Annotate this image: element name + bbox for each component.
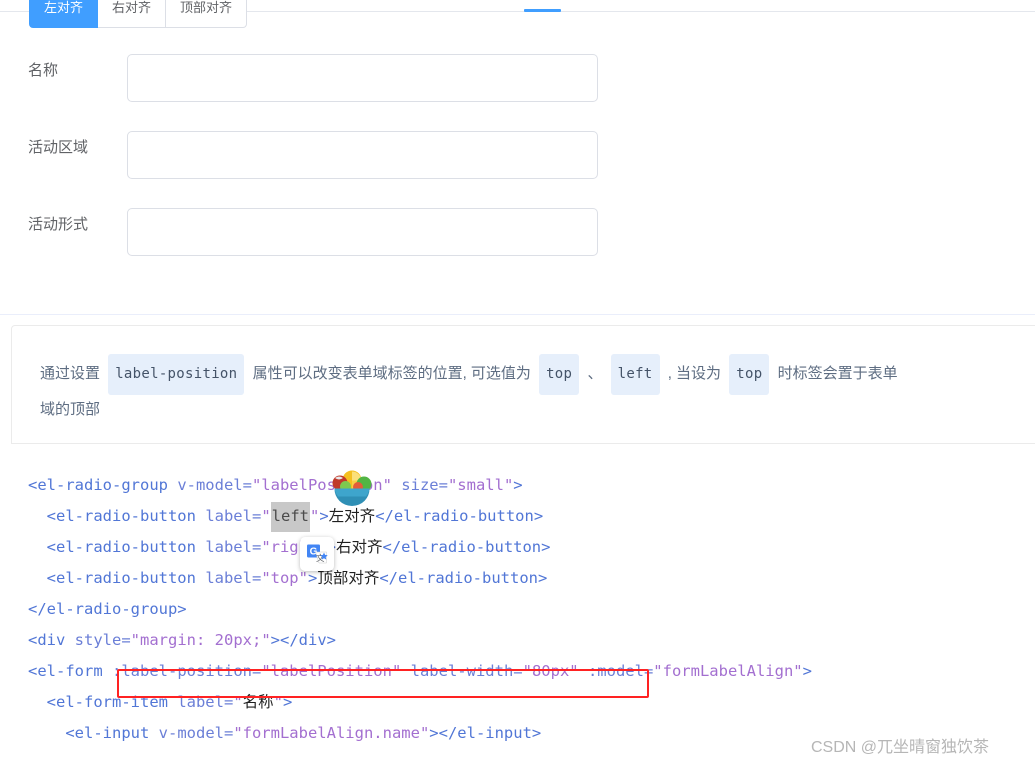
code-token: v-model= bbox=[177, 476, 252, 494]
code-token: </el-radio-button> bbox=[382, 538, 551, 556]
code-line: <div style="margin: 20px;"></div> bbox=[0, 625, 1035, 656]
section-divider bbox=[0, 314, 1035, 315]
description-text: 通过设置 label-position 属性可以改变表单域标签的位置, 可选值为… bbox=[40, 354, 1035, 395]
code-token: size= bbox=[401, 476, 448, 494]
code-token: 左对齐 bbox=[328, 507, 376, 525]
code-line: <el-form :label-position="labelPosition"… bbox=[0, 656, 1035, 687]
code-token: label= bbox=[205, 538, 262, 556]
code-token: </el-radio-button> bbox=[375, 507, 544, 525]
code-line: </el-radio-group> bbox=[0, 594, 1035, 625]
code-token: <el-form bbox=[28, 662, 112, 680]
google-translate-icon[interactable]: G 文 bbox=[300, 537, 334, 571]
code-token: ></div> bbox=[270, 631, 336, 649]
radio-button-label: 左对齐 bbox=[44, 0, 84, 15]
form-item-label: 名称 bbox=[28, 62, 59, 79]
code-token: style= bbox=[74, 631, 131, 649]
code-line: <el-radio-group v-model="labelPosition" … bbox=[0, 470, 1035, 501]
form-item: 活动区域 bbox=[0, 117, 1035, 194]
code-token: " bbox=[273, 693, 284, 711]
form-input-wrapper[interactable] bbox=[127, 208, 598, 256]
code-token: 顶部对齐 bbox=[317, 569, 380, 587]
code-token: > bbox=[283, 693, 293, 711]
page-root: 左对齐 右对齐 顶部对齐 名称 活动区域 活动形式 通过设置 label-positio… bbox=[0, 0, 1035, 765]
form-input-wrapper[interactable] bbox=[127, 131, 598, 179]
code-token: > bbox=[802, 662, 812, 680]
desc-part4: , 当设为 bbox=[667, 365, 722, 382]
active-tab-indicator bbox=[524, 9, 561, 12]
code-chip-label-position: label-position bbox=[108, 354, 245, 395]
radio-button-label: 右对齐 bbox=[112, 0, 152, 15]
code-token: " bbox=[309, 507, 320, 525]
form-text-input[interactable] bbox=[128, 55, 597, 101]
code-token: :label-position= bbox=[112, 662, 262, 680]
code-token: :model= bbox=[587, 662, 654, 680]
code-token: "margin: 20px;" bbox=[130, 631, 271, 649]
code-line: <el-radio-button label="right">右对齐</el-r… bbox=[0, 532, 1035, 563]
desc-part1: 通过设置 bbox=[40, 365, 101, 382]
code-chip-top-1: top bbox=[539, 354, 580, 395]
code-token: "top" bbox=[261, 569, 308, 587]
code-selection-highlight: left bbox=[270, 502, 310, 532]
code-token: label-width= bbox=[410, 662, 523, 680]
code-line: <el-radio-button label="left">左对齐</el-ra… bbox=[0, 501, 1035, 532]
code-block: <el-radio-group v-model="labelPosition" … bbox=[0, 470, 1035, 749]
code-token: </el-radio-button> bbox=[379, 569, 548, 587]
code-line: <el-radio-button label="top">顶部对齐</el-ra… bbox=[0, 563, 1035, 594]
form-item: 名称 bbox=[0, 40, 1035, 117]
code-token: label= bbox=[205, 569, 262, 587]
radio-button-right[interactable]: 右对齐 bbox=[98, 0, 167, 28]
code-token: > bbox=[307, 569, 318, 587]
code-token: <el-input bbox=[28, 724, 159, 742]
code-token: label= bbox=[177, 693, 234, 711]
code-token: <el-radio-button bbox=[28, 507, 206, 525]
code-token: 右对齐 bbox=[335, 538, 383, 556]
form-item-label: 活动形式 bbox=[28, 216, 89, 233]
form-item: 活动形式 bbox=[0, 194, 1035, 271]
code-token: > bbox=[513, 476, 523, 494]
code-token: v-model= bbox=[158, 724, 234, 742]
code-token: "80px" bbox=[522, 662, 579, 680]
label-position-radio-group[interactable]: 左对齐 右对齐 顶部对齐 bbox=[29, 0, 248, 28]
code-token: </el-radio-group> bbox=[28, 600, 187, 618]
fruit-bowl-emoji bbox=[331, 469, 373, 507]
desc-part5: 时标签会置于表单 bbox=[777, 365, 898, 382]
code-token: "formLabelAlign.name" bbox=[233, 724, 430, 742]
form-item-label: 活动区域 bbox=[28, 139, 89, 156]
radio-button-top[interactable]: 顶部对齐 bbox=[166, 0, 248, 28]
code-token: " bbox=[233, 693, 243, 711]
code-token: <el-radio-button bbox=[28, 538, 206, 556]
form-text-input[interactable] bbox=[128, 132, 597, 178]
form-input-wrapper[interactable] bbox=[127, 54, 598, 102]
code-chip-left: left bbox=[610, 354, 660, 395]
demo-form: 名称活动区域活动形式 bbox=[0, 40, 1035, 271]
desc-part3: 、 bbox=[587, 365, 603, 382]
code-token: "labelPosition" bbox=[261, 662, 402, 680]
code-token: > bbox=[319, 507, 329, 525]
code-line: <el-form-item label="名称"> bbox=[0, 687, 1035, 718]
radio-button-left[interactable]: 左对齐 bbox=[29, 0, 99, 28]
description-panel: 通过设置 label-position 属性可以改变表单域标签的位置, 可选值为… bbox=[11, 325, 1035, 444]
code-chip-top-2: top bbox=[729, 354, 770, 395]
code-token: <el-radio-group bbox=[28, 476, 178, 494]
code-token: <el-form-item bbox=[28, 693, 178, 711]
desc-part2: 属性可以改变表单域标签的位置, 可选值为 bbox=[252, 365, 531, 382]
radio-button-label: 顶部对齐 bbox=[180, 0, 233, 15]
code-token: label= bbox=[205, 507, 262, 525]
description-text-line2: 域的顶部 bbox=[40, 401, 101, 418]
code-token: 名称 bbox=[242, 693, 274, 711]
form-text-input[interactable] bbox=[128, 209, 597, 255]
code-token: <el-radio-button bbox=[28, 569, 206, 587]
code-token: <div bbox=[28, 631, 75, 649]
code-token: "small" bbox=[447, 476, 514, 494]
code-token: " bbox=[261, 507, 271, 525]
code-token: "formLabelAlign" bbox=[653, 662, 803, 680]
csdn-watermark: CSDN @兀坐晴窗独饮茶 bbox=[811, 739, 990, 756]
code-token: ></el-input> bbox=[429, 724, 542, 742]
